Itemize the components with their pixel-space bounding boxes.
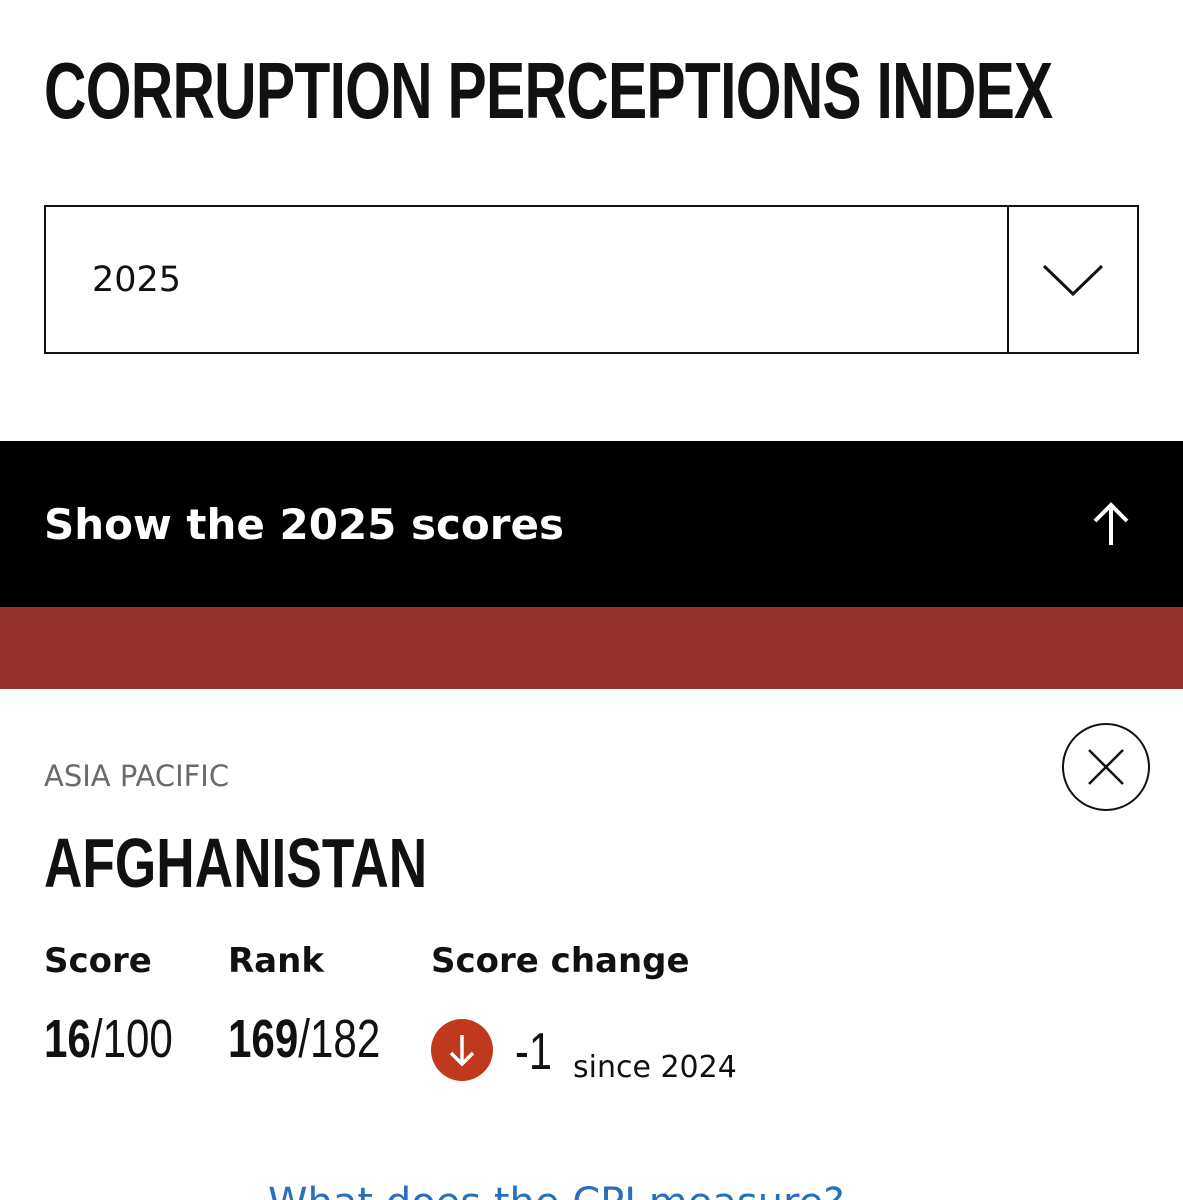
chevron-down-icon [1042,264,1104,296]
page-title: CORRUPTION PERCEPTIONS INDEX [44,46,1053,135]
score-change-label: Score change [431,941,690,981]
rank-number: 169 [228,1009,299,1069]
score-change-indicator [431,1019,493,1081]
map-strip [0,607,1183,689]
close-icon [1088,749,1124,785]
score-max: /100 [90,1009,173,1069]
country-name: AFGHANISTAN [44,824,428,902]
score-change-value: -1 [515,1023,552,1081]
arrow-up-icon [1093,502,1129,545]
show-scores-label: Show the 2025 scores [44,500,564,549]
rank-total: /182 [298,1009,381,1069]
rank-value: 169/182 [228,1008,380,1070]
score-label: Score [44,941,152,981]
year-select[interactable]: 2025 [44,205,1139,354]
cpi-page: CORRUPTION PERCEPTIONS INDEX 2025 Show t… [0,0,1183,1200]
score-number: 16 [44,1009,91,1069]
score-change-since: since 2024 [573,1050,737,1085]
close-button[interactable] [1062,723,1150,811]
arrow-down-icon [449,1035,475,1067]
year-select-value: 2025 [92,260,182,300]
rank-label: Rank [228,941,324,981]
show-scores-bar[interactable]: Show the 2025 scores [0,441,1183,607]
country-region: ASIA PACIFIC [44,759,230,793]
score-value: 16/100 [44,1008,173,1070]
cpi-measure-link[interactable]: What does the CPI measure? [268,1178,918,1200]
year-select-toggle[interactable] [1007,207,1137,352]
